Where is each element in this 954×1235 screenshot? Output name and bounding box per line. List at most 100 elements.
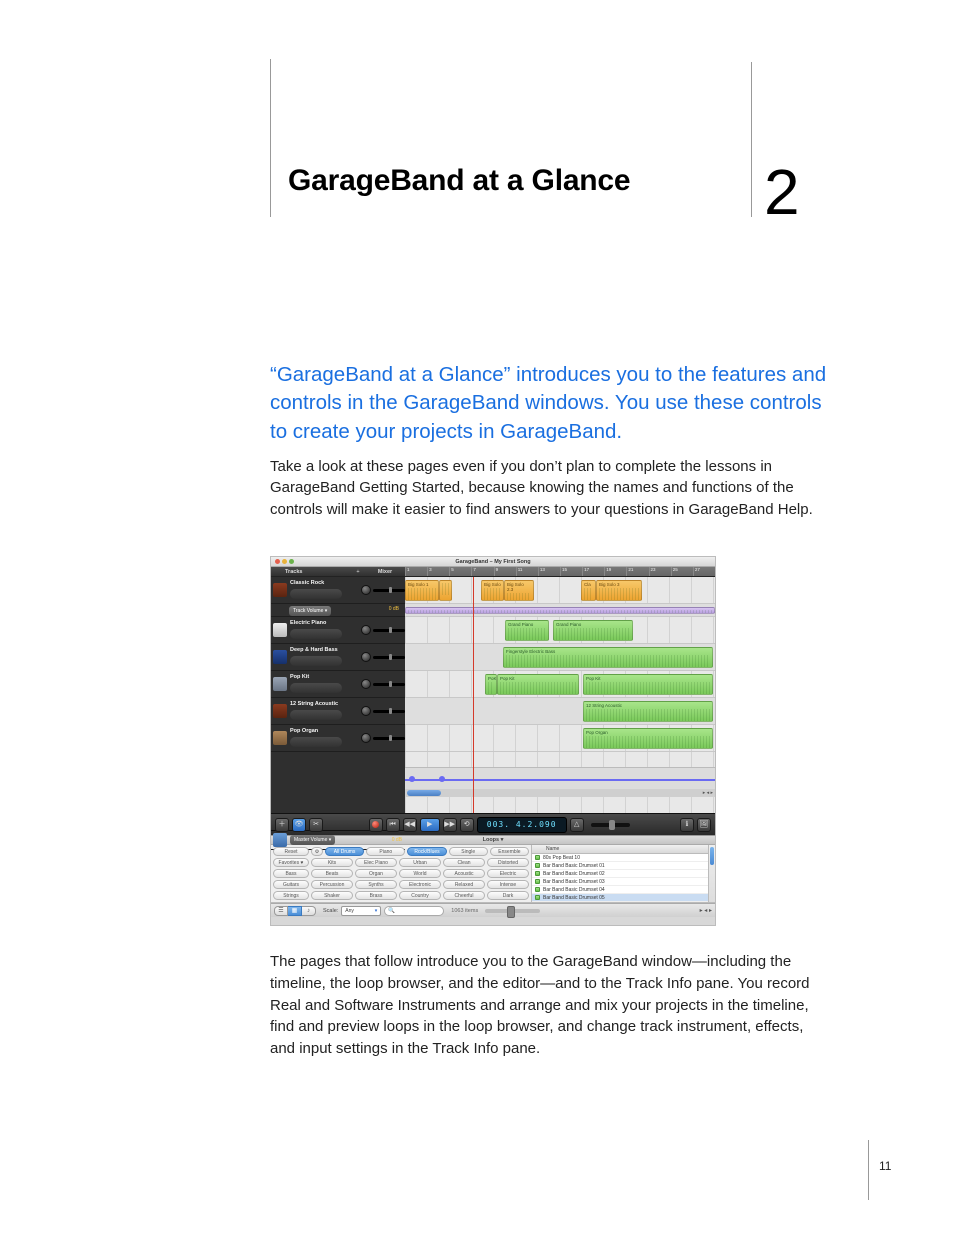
- volume-slider[interactable]: [373, 589, 405, 592]
- category-pill[interactable]: Rock/Blues: [407, 847, 446, 856]
- category-pill[interactable]: Distorted: [487, 858, 529, 867]
- play-button[interactable]: ▶: [420, 818, 440, 832]
- category-pill[interactable]: Intense: [487, 880, 529, 889]
- audio-region[interactable]: PoK: [485, 674, 497, 695]
- category-pill[interactable]: Shaker: [311, 891, 353, 900]
- audio-region[interactable]: Pop Organ: [583, 728, 713, 749]
- cycle-region[interactable]: [407, 790, 441, 796]
- side-category-pill[interactable]: Bass: [273, 869, 309, 878]
- pan-knob[interactable]: [361, 625, 371, 635]
- close-icon[interactable]: [275, 559, 280, 564]
- category-pill[interactable]: Synths: [355, 880, 397, 889]
- window-controls[interactable]: [275, 559, 294, 564]
- side-category-pill[interactable]: Strings: [273, 891, 309, 900]
- timeline-track-lane[interactable]: PoKPop KitPop Kit: [405, 671, 715, 698]
- metronome-button[interactable]: △: [570, 818, 584, 832]
- forward-button[interactable]: ▶▶: [443, 818, 457, 832]
- category-pill[interactable]: All Drums: [325, 847, 364, 856]
- track-buttons[interactable]: [290, 710, 342, 720]
- pan-knob[interactable]: [361, 679, 371, 689]
- minimize-icon[interactable]: [282, 559, 287, 564]
- cycle-button[interactable]: ⟲: [460, 818, 474, 832]
- track-info-button[interactable]: ℹ: [680, 818, 694, 832]
- track-mixer[interactable]: [361, 625, 405, 635]
- scale-select[interactable]: Any: [341, 906, 381, 916]
- track-buttons[interactable]: [290, 629, 342, 639]
- audio-region[interactable]: [439, 580, 452, 601]
- pan-knob[interactable]: [361, 652, 371, 662]
- audio-region[interactable]: Grand Piano: [553, 620, 633, 641]
- view-mode-segmented[interactable]: ☰ ▦ ♪: [274, 906, 316, 916]
- category-pill[interactable]: Kits: [311, 858, 353, 867]
- loop-list-item[interactable]: Bar Band Basic Drumset 05: [532, 894, 715, 902]
- pan-knob[interactable]: [361, 585, 371, 595]
- audio-region[interactable]: Fingerstyle Electric Bass: [503, 647, 713, 668]
- category-pill[interactable]: Percussion: [311, 880, 353, 889]
- footer-nav[interactable]: ▸ ◂ ▸: [700, 907, 712, 914]
- button-view-button[interactable]: ▦: [288, 906, 302, 916]
- track-mixer[interactable]: [361, 679, 405, 689]
- timeline-nav[interactable]: ▸ ◂ ▸: [703, 790, 713, 796]
- rewind-button[interactable]: ◀◀: [403, 818, 417, 832]
- track-header[interactable]: Deep & Hard Bass: [271, 644, 405, 671]
- pan-knob[interactable]: [361, 733, 371, 743]
- zoom-icon[interactable]: [289, 559, 294, 564]
- volume-slider[interactable]: [373, 629, 405, 632]
- track-header[interactable]: Classic Rock: [271, 577, 405, 604]
- category-pill[interactable]: Urban: [399, 858, 441, 867]
- volume-slider[interactable]: [373, 683, 405, 686]
- audio-region[interactable]: Grand Piano: [505, 620, 549, 641]
- track-buttons[interactable]: [290, 683, 342, 693]
- loop-list-item[interactable]: Bar Band Basic Drumset 02: [532, 870, 715, 878]
- audio-region[interactable]: Big Solo 1: [405, 580, 439, 601]
- timeline-track-lane[interactable]: Grand PianoGrand Piano: [405, 617, 715, 644]
- audio-region[interactable]: 12 String Acoustic: [583, 701, 713, 722]
- timeline-track-lane[interactable]: Fingerstyle Electric Bass: [405, 644, 715, 671]
- master-volume-slider[interactable]: [591, 823, 631, 827]
- timeline-track-lane[interactable]: [405, 604, 715, 617]
- volume-slider[interactable]: [373, 737, 405, 740]
- loop-list-item[interactable]: Bar Band Basic Drumset 04: [532, 886, 715, 894]
- category-pill[interactable]: Electronic: [399, 880, 441, 889]
- timeline-track-lane[interactable]: 12 String Acoustic: [405, 698, 715, 725]
- loop-browser-button[interactable]: 👁: [292, 818, 306, 832]
- category-pill[interactable]: Ensemble: [490, 847, 529, 856]
- timeline-track-lane[interactable]: Pop Organ: [405, 725, 715, 752]
- category-pill[interactable]: Single: [449, 847, 488, 856]
- track-mixer[interactable]: [361, 706, 405, 716]
- record-button[interactable]: [369, 818, 383, 832]
- audio-region[interactable]: Cla: [581, 580, 596, 601]
- loop-search-input[interactable]: 🔍: [384, 906, 444, 916]
- category-pill[interactable]: Electric: [487, 869, 529, 878]
- track-header[interactable]: Pop Kit: [271, 671, 405, 698]
- category-pill[interactable]: Brass: [355, 891, 397, 900]
- preview-volume-slider[interactable]: [485, 909, 540, 913]
- go-to-start-button[interactable]: ⏮: [386, 818, 400, 832]
- loop-list-scrollbar[interactable]: [708, 845, 715, 902]
- cycle-region-bar[interactable]: [405, 789, 715, 797]
- category-pill[interactable]: World: [399, 869, 441, 878]
- track-header[interactable]: Electric Piano: [271, 617, 405, 644]
- track-mixer[interactable]: [361, 585, 405, 595]
- track-automation-select[interactable]: Track Volume ▾: [289, 606, 331, 616]
- lcd-display[interactable]: 003. 4.2.090: [477, 817, 567, 833]
- side-category-pill[interactable]: Guitars: [273, 880, 309, 889]
- category-pill[interactable]: Relaxed: [443, 880, 485, 889]
- category-pill[interactable]: Beats: [311, 869, 353, 878]
- audio-region[interactable]: Big Solo: [481, 580, 504, 601]
- add-track-button[interactable]: +: [351, 569, 365, 575]
- category-pill[interactable]: Dark: [487, 891, 529, 900]
- track-mixer[interactable]: [361, 652, 405, 662]
- timeline-track-lane[interactable]: Big Solo 1Big SoloBig Solo 2.3ClaBig Sol…: [405, 577, 715, 604]
- master-automation-select[interactable]: Master Volume ▾: [290, 835, 335, 845]
- audio-region[interactable]: [405, 607, 715, 614]
- category-pill[interactable]: Piano: [366, 847, 405, 856]
- volume-slider[interactable]: [373, 656, 405, 659]
- reset-button[interactable]: Reset: [273, 847, 309, 856]
- editor-button[interactable]: ✂: [309, 818, 323, 832]
- audio-region[interactable]: Pop Kit: [583, 674, 713, 695]
- track-buttons[interactable]: [290, 589, 342, 599]
- master-automation-lane[interactable]: [405, 767, 715, 789]
- category-pill[interactable]: Country: [399, 891, 441, 900]
- volume-slider[interactable]: [373, 710, 405, 713]
